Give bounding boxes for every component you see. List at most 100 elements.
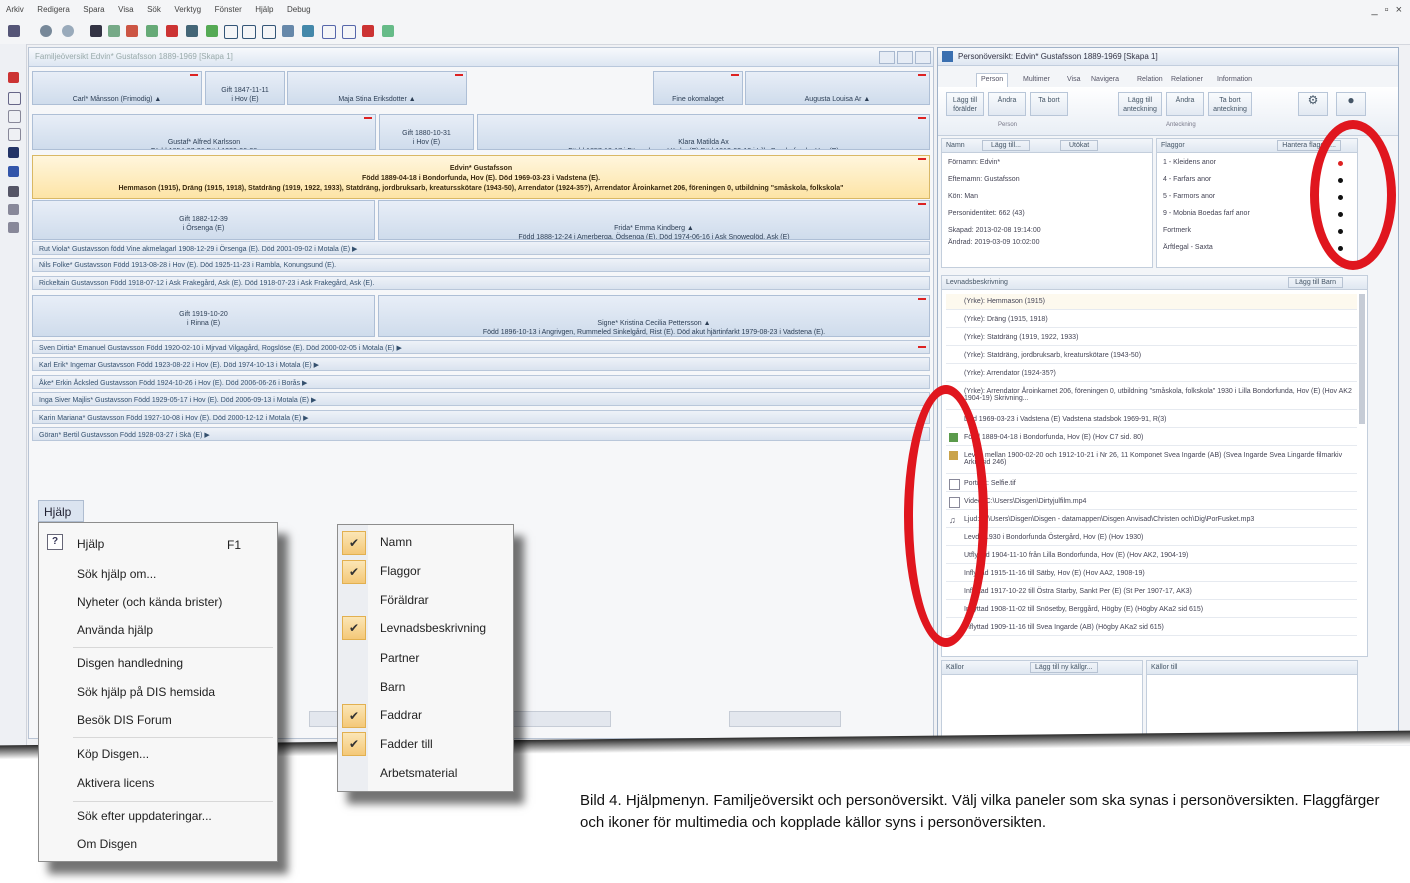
maximize-button[interactable] [897, 51, 913, 64]
menu-debug[interactable]: Debug [287, 5, 311, 14]
name-field[interactable]: Förnamn: Edvin* [948, 159, 1000, 166]
grandparent-card[interactable]: Carl* Månsson (Frimodig) ▲ Född 1820-09-… [32, 71, 202, 105]
notes-icon[interactable] [8, 110, 21, 123]
add-name-button[interactable]: Lägg till... [982, 140, 1030, 151]
bio-item[interactable]: Död 1969-03-23 i Vadstena (E) Vadstena s… [946, 412, 1357, 428]
menu-item-buy[interactable]: Köp Disgen... [77, 747, 149, 761]
bottom-button[interactable] [499, 711, 611, 727]
bio-item[interactable]: (Yrke): Hemmason (1915) [946, 294, 1357, 310]
panel-option-faddrar[interactable]: Faddrar [380, 708, 422, 722]
spouse1-card[interactable]: Frida* Emma Kindberg ▲ Född 1888-12-24 i… [378, 200, 930, 240]
bio-item[interactable]: (Yrke): Arrendator (1924-35?) [946, 366, 1357, 382]
minimize-button[interactable] [879, 51, 895, 64]
person-icon[interactable] [40, 25, 52, 37]
flag-item[interactable]: 4 - Farfars anor [1163, 176, 1211, 183]
bottom-button[interactable] [729, 711, 841, 727]
menu-spara[interactable]: Spara [83, 5, 104, 14]
central-person-card[interactable]: Edvin* Gustafsson Född 1889-04-18 i Bond… [32, 155, 930, 199]
panel-option-arbetsmaterial[interactable]: Arbetsmaterial [380, 766, 457, 780]
name-field[interactable]: Kön: Man [948, 193, 978, 200]
redo-icon[interactable] [342, 25, 356, 39]
flag-item[interactable]: Ärftlegal - Saxta [1163, 244, 1213, 251]
people-icon[interactable] [8, 186, 19, 197]
bio-item[interactable]: Levde mellan 1900-02-20 och 1912-10-21 i… [946, 448, 1357, 474]
filter-icon[interactable] [8, 166, 19, 177]
bio-item[interactable]: (Yrke): Statdräng (1919, 1922, 1933) [946, 330, 1357, 346]
extended-button[interactable]: Utökat [1060, 140, 1099, 151]
menu-item-news[interactable]: Nyheter (och kända brister) [77, 595, 222, 609]
bio-item[interactable]: Utflyttad 1904-11-10 från Lilla Bondorfu… [946, 548, 1357, 564]
child-row[interactable]: Rickeltain Gustavsson Född 1918-07-12 i … [32, 276, 930, 290]
add-source-button[interactable]: Lägg till ny källgr... [1030, 662, 1098, 673]
panel-option-fadder-till[interactable]: Fadder till [380, 737, 433, 751]
menu-item-dis-forum[interactable]: Besök DIS Forum [77, 713, 172, 727]
menu-item-dis-website[interactable]: Sök hjälp på DIS hemsida [77, 685, 215, 699]
grandparent-card[interactable]: Augusta Louisa Ar ▲ Född 1835-02-28 Död … [745, 71, 930, 105]
father-card[interactable]: Gustaf* Alfred Karlsson Född 1854-07-26 … [32, 114, 376, 150]
add-note-button[interactable]: Lägg till anteckning [1118, 92, 1162, 116]
edit-button[interactable]: Ändra [988, 92, 1026, 116]
undo-icon[interactable] [322, 25, 336, 39]
child-row[interactable]: Inga Siver Majlis* Gustavsson Född 1929-… [32, 392, 930, 406]
grandparent-card[interactable]: Maja Stina Eriksdotter ▲ Född 1819-11-06… [287, 71, 467, 105]
window2-icon[interactable] [242, 25, 256, 39]
marriage1-card[interactable]: Gift 1882-12-39 i Örsenga (E) [32, 200, 375, 240]
flag-item[interactable]: 1 - Kleidens anor [1163, 159, 1216, 166]
panel-option-partner[interactable]: Partner [380, 651, 419, 665]
marriage-card[interactable]: Gift 1847-11-11 i Hov (E) [205, 71, 285, 105]
bio-item[interactable]: Inflyttad 1917-10-22 till Östra Starby, … [946, 584, 1357, 600]
marriage2-card[interactable]: Gift 1919-10-20 i Rinna (E) [32, 295, 375, 337]
grandparent-card[interactable]: Fine okomalaget [653, 71, 743, 105]
bio-item[interactable]: Inflyttad 1915-11-16 till Sätby, Hov (E)… [946, 566, 1357, 582]
name-field[interactable]: Efternamn: Gustafsson [948, 176, 1020, 183]
bio-item[interactable]: Född 1889-04-18 i Bondorfunda, Hov (E) (… [946, 430, 1357, 446]
menu-item-help[interactable]: Hjälp [77, 537, 104, 551]
grid-icon[interactable] [282, 25, 294, 37]
spouse2-card[interactable]: Signe* Kristina Cecilia Pettersson ▲ Föd… [378, 295, 930, 337]
close-button[interactable] [915, 51, 931, 64]
tree-small-icon[interactable] [8, 222, 19, 233]
panel-option-flaggor[interactable]: Flaggor [380, 564, 421, 578]
menu-item-check-updates[interactable]: Sök efter uppdateringar... [77, 809, 212, 823]
bio-item[interactable]: Inflyttad 1909-11-16 till Svea Ingarde (… [946, 620, 1357, 636]
window3-icon[interactable] [262, 25, 276, 39]
tools-icon[interactable] [8, 204, 19, 215]
settings-icon[interactable]: ⚙ [1298, 92, 1328, 116]
search-person-icon[interactable] [126, 25, 138, 37]
panel-option-namn[interactable]: Namn [380, 535, 412, 549]
building-icon[interactable] [8, 147, 19, 158]
bio-item[interactable]: Inflyttad 1908-11-02 till Snösetby, Berg… [946, 602, 1357, 618]
bio-item[interactable]: Video: C:\Users\Disgen\Dirtyjulfilm.mp4 [946, 494, 1357, 510]
menu-visa[interactable]: Visa [118, 5, 133, 14]
bookmark-icon[interactable] [362, 25, 374, 37]
add-child-button[interactable]: Lägg till Barn [1288, 277, 1343, 288]
menu-item-search-help[interactable]: Sök hjälp om... [77, 567, 156, 581]
name-field[interactable]: Personidentitet: 662 (43) [948, 210, 1025, 217]
tab-person[interactable]: Person [976, 73, 1009, 88]
menu-item-activate-license[interactable]: Aktivera licens [77, 776, 154, 790]
child-row[interactable]: Göran* Bertil Gustavsson Född 1928-03-27… [32, 427, 930, 441]
persons-icon[interactable] [8, 72, 19, 83]
child-row[interactable]: Rut Viola* Gustavsson född Vine akmelaga… [32, 241, 930, 255]
settings-icon[interactable] [382, 25, 394, 37]
panel-option-barn[interactable]: Barn [380, 680, 405, 694]
flag-icon[interactable] [166, 25, 178, 37]
menu-item-use-help[interactable]: Använda hjälp [77, 623, 153, 637]
delete-note-button[interactable]: Ta bort anteckning [1208, 92, 1252, 116]
edit-note-button[interactable]: Ändra [1166, 92, 1204, 116]
flag-item[interactable]: 9 - Mobnia Boedas farf anor [1163, 210, 1250, 217]
parents-marriage-card[interactable]: Gift 1880-10-31 i Hov (E) [379, 114, 474, 150]
menu-item-about[interactable]: Om Disgen [77, 837, 137, 851]
help-menu-tab[interactable]: Hjälp [38, 500, 84, 522]
scrollbar[interactable] [1359, 294, 1365, 424]
panel-option-levnadsbeskrivning[interactable]: Levnadsbeskrivning [380, 621, 486, 635]
menu-arkiv[interactable]: Arkiv [6, 5, 24, 14]
window-controls[interactable]: _ ▫ × [1371, 4, 1404, 16]
bio-item[interactable]: (Yrke): Arrendator Åroinkarnet 206, före… [946, 384, 1357, 410]
menu-verktyg[interactable]: Verktyg [174, 5, 201, 14]
print-icon[interactable] [8, 25, 20, 37]
source-icon[interactable] [146, 25, 158, 37]
list-icon[interactable] [8, 128, 21, 141]
history-icon[interactable] [8, 92, 21, 105]
bio-item[interactable]: Levde 1930 i Bondorfunda Östergård, Hov … [946, 530, 1357, 546]
